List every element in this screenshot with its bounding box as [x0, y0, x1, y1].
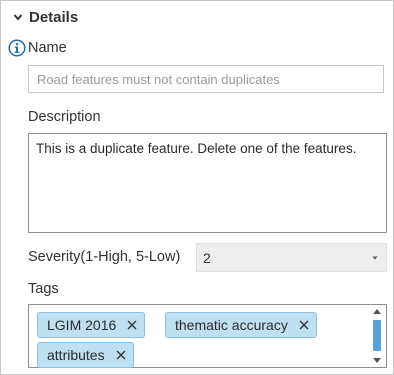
scrollbar-thumb[interactable] — [373, 320, 381, 351]
tag-label: attributes — [47, 347, 105, 363]
tags-scrollbar[interactable] — [370, 307, 384, 365]
chevron-down-icon[interactable] — [13, 12, 23, 22]
description-textarea[interactable]: This is a duplicate feature. Delete one … — [28, 133, 387, 233]
name-label: Name — [28, 40, 67, 56]
remove-tag-icon[interactable] — [298, 319, 310, 331]
tag-chip[interactable]: LGIM 2016 — [37, 312, 146, 338]
scroll-down-arrow-icon[interactable] — [372, 357, 382, 364]
info-icon[interactable] — [8, 39, 26, 57]
section-title: Details — [29, 8, 79, 26]
severity-value: 2 — [203, 249, 211, 266]
severity-dropdown[interactable]: 2 — [196, 243, 387, 272]
tag-label: LGIM 2016 — [47, 317, 117, 333]
tags-input[interactable]: LGIM 2016 thematic accuracy attributes — [28, 304, 387, 368]
details-panel: Details Name Road features must not cont… — [0, 0, 394, 375]
details-section-header[interactable]: Details — [13, 7, 78, 27]
description-text: This is a duplicate feature. Delete one … — [36, 141, 357, 156]
severity-label: Severity(1-High, 5-Low) — [28, 249, 181, 265]
remove-tag-icon[interactable] — [115, 349, 127, 361]
scroll-up-arrow-icon[interactable] — [372, 308, 382, 315]
tags-label: Tags — [28, 281, 59, 297]
remove-tag-icon[interactable] — [126, 319, 138, 331]
tag-chip[interactable]: thematic accuracy — [165, 312, 317, 338]
tag-label: thematic accuracy — [175, 317, 288, 333]
name-placeholder: Road features must not contain duplicate… — [37, 71, 280, 87]
dropdown-arrow-icon[interactable] — [371, 255, 379, 261]
tag-chip[interactable]: attributes — [37, 342, 134, 368]
description-label: Description — [28, 109, 101, 125]
name-input[interactable]: Road features must not contain duplicate… — [28, 65, 384, 93]
